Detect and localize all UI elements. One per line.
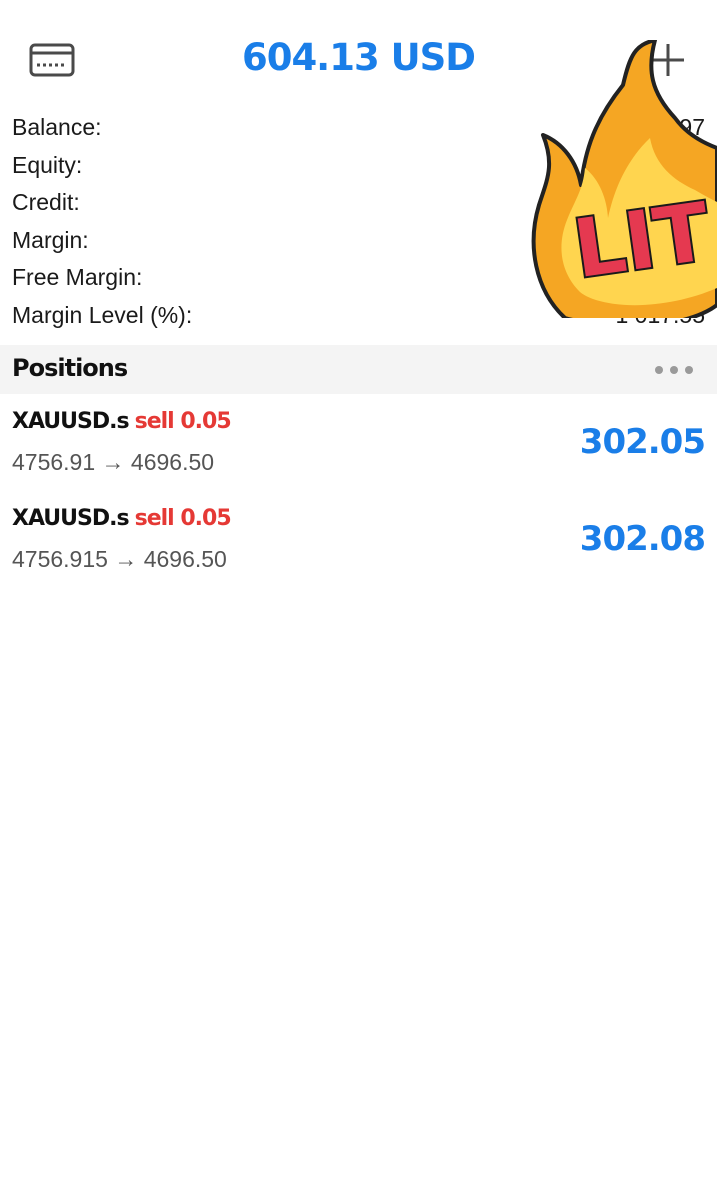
position-symbol: XAUUSD.s	[12, 506, 130, 531]
section-title: Positions	[12, 354, 128, 382]
position-heading: XAUUSD.s sell 0.05	[12, 506, 232, 531]
position-symbol: XAUUSD.s	[12, 409, 130, 434]
position-row[interactable]: XAUUSD.s sell 0.05 4756.915 → 4696.50 302…	[0, 493, 717, 590]
position-prices: 4756.91 → 4696.50	[12, 449, 215, 475]
summary-label: Margin:	[12, 226, 89, 253]
summary-label: Free Margin:	[12, 264, 143, 291]
position-profit: 302.08	[579, 519, 706, 559]
summary-label: Equity:	[12, 151, 83, 178]
summary-label: Credit:	[12, 189, 80, 216]
position-profit: 302.05	[579, 422, 706, 462]
position-row[interactable]: XAUUSD.s sell 0.05 4756.91 → 4696.50 302.…	[0, 396, 717, 493]
sticker-text: LIT	[568, 185, 715, 296]
position-side: sell 0.05	[134, 409, 232, 434]
summary-label: Balance:	[12, 114, 102, 140]
position-side: sell 0.05	[134, 506, 232, 531]
positions-list: XAUUSD.s sell 0.05 4756.91 → 4696.50 302.…	[0, 396, 717, 590]
lit-fire-sticker: LIT	[531, 40, 717, 318]
ellipsis-icon[interactable]	[653, 364, 695, 376]
position-prices: 4756.915 → 4696.50	[12, 546, 227, 572]
position-heading: XAUUSD.s sell 0.05	[12, 409, 232, 434]
summary-label: Margin Level (%):	[12, 301, 193, 328]
positions-section-header: Positions	[0, 345, 717, 394]
